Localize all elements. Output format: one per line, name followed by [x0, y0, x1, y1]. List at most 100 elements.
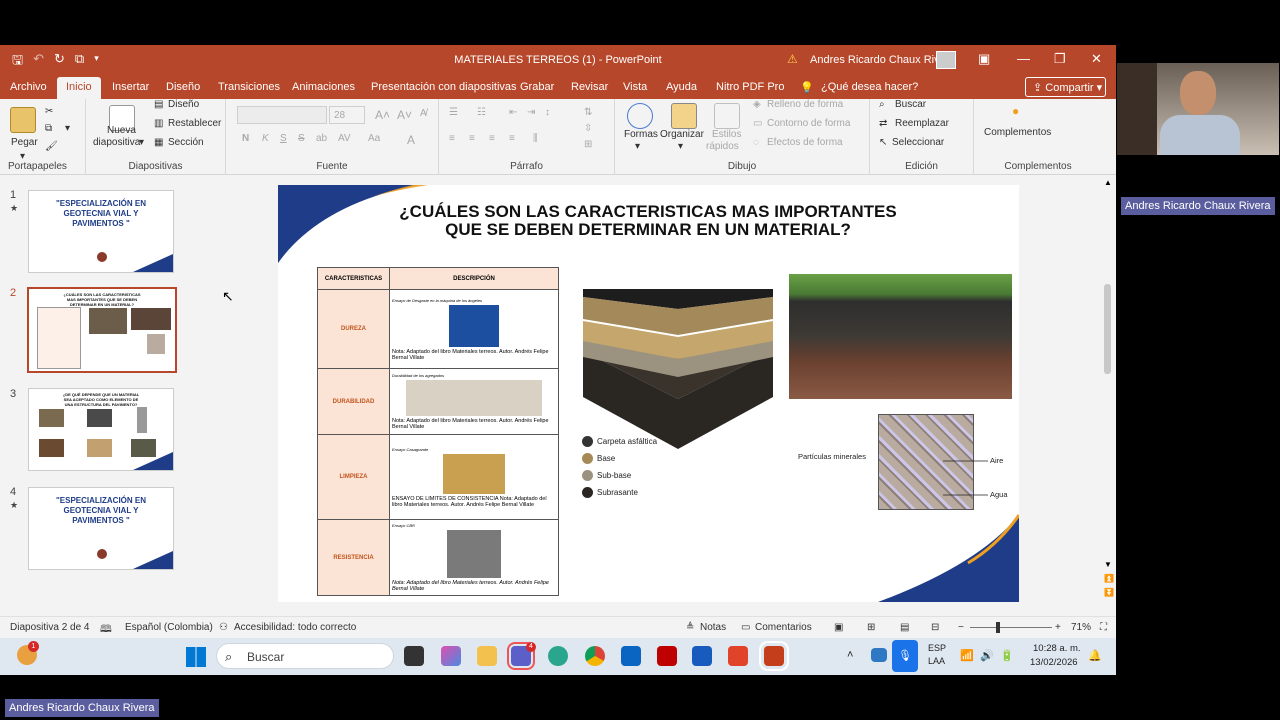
- characteristics-table[interactable]: CARACTERISTICAS DESCRIPCIÓN DUREZA Ensay…: [317, 267, 559, 596]
- tab-archivo[interactable]: Archivo: [10, 81, 47, 93]
- increase-font-icon[interactable]: A˄: [375, 108, 390, 122]
- align-left-icon[interactable]: ≡: [449, 133, 455, 144]
- tab-transiciones[interactable]: Transiciones: [218, 81, 280, 93]
- language-status[interactable]: Español (Colombia): [125, 622, 213, 633]
- change-case-icon[interactable]: Aa: [368, 133, 380, 144]
- format-painter-icon[interactable]: 🖌: [45, 141, 58, 152]
- new-slide-button-2[interactable]: diapositiva: [93, 137, 140, 148]
- minimize-button[interactable]: —: [1017, 51, 1030, 66]
- quick-styles-button[interactable]: Estilos: [712, 129, 741, 140]
- taskbar-search[interactable]: Buscar: [216, 643, 394, 669]
- clock-date[interactable]: 13/02/2026: [1030, 657, 1078, 668]
- quick-styles-button-2[interactable]: rápidos: [706, 141, 739, 152]
- volume-icon[interactable]: 🔊: [980, 649, 994, 662]
- paste-button[interactable]: Pegar: [11, 137, 38, 148]
- zoom-level[interactable]: 71%: [1071, 622, 1091, 633]
- tab-animaciones[interactable]: Animaciones: [292, 81, 355, 93]
- chevron-up-icon[interactable]: ˄: [847, 649, 853, 661]
- zoom-slider-thumb[interactable]: [996, 622, 1000, 633]
- tell-me-search[interactable]: ¿Qué desea hacer?: [821, 81, 918, 93]
- maximize-button[interactable]: ❐: [1054, 51, 1066, 67]
- strikethrough-icon[interactable]: S: [298, 133, 305, 144]
- close-button[interactable]: ✕: [1091, 51, 1102, 67]
- arrange-icon[interactable]: [671, 103, 697, 129]
- tab-vista[interactable]: Vista: [623, 81, 647, 93]
- tab-ayuda[interactable]: Ayuda: [666, 81, 697, 93]
- scroll-up-icon[interactable]: ▲: [1104, 178, 1112, 187]
- microphone-icon[interactable]: 🎙: [892, 640, 918, 672]
- word-icon[interactable]: [692, 646, 712, 666]
- shape-outline-button[interactable]: Contorno de forma: [767, 118, 850, 129]
- slide-thumbnail-2[interactable]: ¿CUÁLES SON LAS CARACTERISTICAS MAS IMPO…: [27, 287, 177, 373]
- outlook-icon[interactable]: [621, 646, 641, 666]
- find-button[interactable]: Buscar: [895, 99, 926, 110]
- slideshow-view-icon[interactable]: ⊟: [931, 622, 939, 633]
- copy-icon[interactable]: ⧉: [45, 123, 52, 134]
- outdent-icon[interactable]: ⇥: [527, 107, 535, 118]
- fit-slide-icon[interactable]: ⛶: [1100, 622, 1107, 633]
- edge-icon[interactable]: [548, 646, 568, 666]
- indent-icon[interactable]: ⇤: [509, 107, 517, 118]
- arrange-button[interactable]: Organizar: [660, 129, 704, 140]
- italic-icon[interactable]: K: [262, 133, 269, 144]
- font-color-icon[interactable]: A: [407, 133, 415, 147]
- spacing-icon[interactable]: ab: [316, 133, 327, 144]
- notes-button[interactable]: Notas: [700, 622, 726, 633]
- chevron-down-icon[interactable]: ▾: [139, 137, 144, 148]
- bullets-icon[interactable]: ☰: [449, 107, 458, 118]
- account-avatar[interactable]: [936, 51, 956, 69]
- zoom-in-icon[interactable]: +: [1055, 622, 1061, 633]
- font-size-select[interactable]: 28: [329, 106, 365, 124]
- tab-diseno[interactable]: Diseño: [166, 81, 200, 93]
- font-family-select[interactable]: [237, 106, 327, 124]
- next-slide-icon[interactable]: ⏬: [1104, 588, 1114, 597]
- accessibility-status[interactable]: Accesibilidad: todo correcto: [234, 622, 356, 633]
- copilot-icon[interactable]: [441, 646, 461, 666]
- shape-effects-button[interactable]: Efectos de forma: [767, 137, 843, 148]
- chrome-icon[interactable]: [585, 646, 605, 666]
- decrease-font-icon[interactable]: A˅: [397, 108, 412, 122]
- comments-button[interactable]: Comentarios: [755, 622, 812, 633]
- acrobat-icon[interactable]: [728, 646, 748, 666]
- align-right-icon[interactable]: ≡: [489, 133, 495, 144]
- shapes-icon[interactable]: [627, 103, 653, 129]
- chevron-down-icon[interactable]: ▾: [678, 141, 683, 152]
- sorter-view-icon[interactable]: ⊞: [867, 622, 875, 633]
- battery-icon[interactable]: 🔋: [1000, 649, 1014, 662]
- replace-button[interactable]: Reemplazar: [895, 118, 949, 129]
- justify-icon[interactable]: ≡: [509, 133, 515, 144]
- reset-button[interactable]: Restablecer: [168, 118, 221, 129]
- vertical-scrollbar[interactable]: ▲ ▼ ⏫ ⏬: [1101, 176, 1115, 616]
- new-slide-button[interactable]: Nueva: [107, 125, 136, 136]
- account-name[interactable]: Andres Ricardo Chaux Rivera: [810, 54, 956, 66]
- start-icon[interactable]: [186, 647, 206, 667]
- ribbon-display-icon[interactable]: ▣: [978, 51, 990, 67]
- tab-grabar[interactable]: Grabar: [520, 81, 554, 93]
- smartart-icon[interactable]: ⊞: [584, 139, 592, 150]
- file-explorer-icon[interactable]: [477, 646, 497, 666]
- tab-revisar[interactable]: Revisar: [571, 81, 608, 93]
- underline-icon[interactable]: S: [280, 133, 287, 144]
- share-button[interactable]: ⇪ Compartir ▾: [1025, 77, 1106, 97]
- slide-canvas[interactable]: ¿CUÁLES SON LAS CARACTERISTICAS MAS IMPO…: [278, 185, 1019, 602]
- spell-check-icon[interactable]: 🕮: [100, 622, 112, 639]
- text-direction-icon[interactable]: ⇅: [584, 107, 592, 118]
- select-button[interactable]: Seleccionar: [892, 137, 944, 148]
- powerpoint-icon[interactable]: [759, 641, 789, 671]
- normal-view-icon[interactable]: ▣: [834, 622, 843, 633]
- shapes-button[interactable]: Formas: [624, 129, 658, 140]
- tab-presentacion[interactable]: Presentación con diapositivas: [371, 81, 517, 93]
- scroll-thumb[interactable]: [1104, 284, 1111, 374]
- slide-thumbnail-1[interactable]: "ESPECIALIZACIÓN EN GEOTECNIA VIAL Y PAV…: [28, 190, 174, 273]
- wifi-icon[interactable]: 📶: [960, 649, 974, 662]
- char-spacing-icon[interactable]: AV: [338, 133, 351, 144]
- cloud-icon[interactable]: [871, 648, 887, 662]
- slide-thumbnail-4[interactable]: "ESPECIALIZACIÓN EN GEOTECNIA VIAL Y PAV…: [28, 487, 174, 570]
- language-indicator[interactable]: ESP: [928, 643, 946, 653]
- section-button[interactable]: Sección: [168, 137, 204, 148]
- notifications-icon[interactable]: 🔔: [1088, 649, 1102, 662]
- cut-icon[interactable]: ✂: [45, 106, 53, 117]
- align-text-icon[interactable]: ⇳: [584, 123, 592, 134]
- reading-view-icon[interactable]: ▤: [900, 622, 909, 633]
- slide-thumbnail-3[interactable]: ¿DE QUÉ DEPENDE QUE UN MATERIAL SEA ACEP…: [28, 388, 174, 471]
